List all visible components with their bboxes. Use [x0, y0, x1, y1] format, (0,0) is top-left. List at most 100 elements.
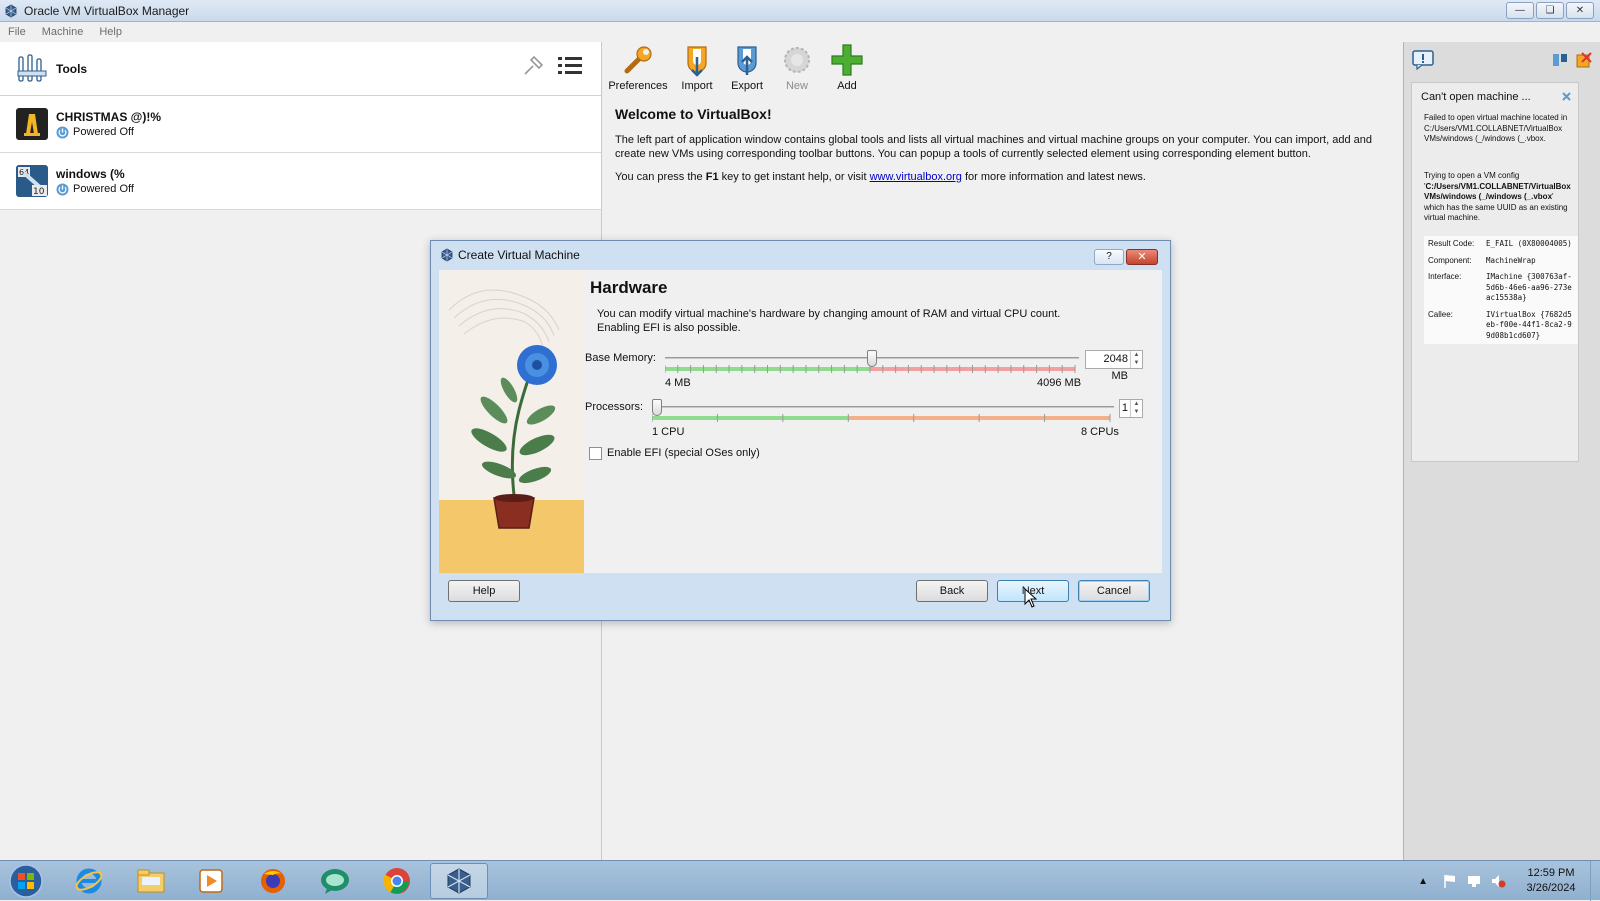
mouse-cursor-icon: [1024, 588, 1038, 608]
processors-label: Processors:: [585, 401, 644, 413]
config-path: C:/Users/VM1.COLLABNET/VirtualBox VMs/wi…: [1424, 181, 1571, 202]
help-button[interactable]: Help: [448, 580, 520, 602]
detail-row: Interface: IMachine {300763af-5d6b-46e6-a…: [1424, 269, 1578, 307]
dialog-content: Hardware You can modify virtual machine'…: [439, 270, 1162, 573]
close-icon[interactable]: [1561, 91, 1572, 102]
vm-item-windows[interactable]: 64 10 windows (% Powered Off: [0, 153, 601, 210]
description-line: Enabling EFI is also possible.: [597, 321, 741, 334]
notification-card: Can't open machine ... Failed to open vi…: [1411, 82, 1579, 462]
base-memory-slider-handle[interactable]: [867, 350, 877, 367]
add-label: Add: [837, 80, 857, 92]
restore-button[interactable]: ❏: [1536, 2, 1564, 19]
new-icon: [784, 47, 810, 73]
action-center-flag-icon[interactable]: [1442, 873, 1458, 889]
chrome-taskbar-icon[interactable]: [368, 863, 426, 899]
firefox-taskbar-icon[interactable]: [244, 863, 302, 899]
add-icon: [831, 44, 863, 76]
vm-name: windows (%: [56, 166, 125, 181]
dialog-footer: Help Back Next Cancel: [439, 574, 1162, 614]
sort-icon[interactable]: [1552, 52, 1568, 68]
help-text: key to get instant help, or visit: [718, 171, 870, 183]
internet-explorer-taskbar-icon[interactable]: [60, 863, 118, 899]
add-button[interactable]: Add: [825, 42, 869, 94]
memory-min-label: 4 MB: [665, 377, 691, 389]
list-menu-icon[interactable]: [557, 54, 583, 78]
detail-value: MachineWrap: [1486, 255, 1536, 265]
show-desktop-button[interactable]: [1590, 861, 1600, 901]
detail-row: Component: MachineWrap: [1424, 253, 1578, 270]
notification-detail: Trying to open a VM config 'C:/Users/VM1…: [1424, 171, 1574, 224]
file-explorer-taskbar-icon[interactable]: [122, 863, 180, 899]
tools-item[interactable]: Tools: [0, 42, 601, 96]
enable-efi-label[interactable]: Enable EFI (special OSes only): [607, 447, 760, 459]
processors-scale: [652, 414, 1111, 422]
detail-key: Component:: [1428, 255, 1472, 265]
preferences-button[interactable]: Preferences: [607, 42, 669, 94]
import-label: Import: [681, 80, 713, 92]
clock[interactable]: 12:59 PM 3/26/2024: [1516, 866, 1586, 896]
close-window-button[interactable]: ✕: [1566, 2, 1594, 19]
clock-date: 3/26/2024: [1526, 882, 1576, 894]
notification-center: Can't open machine ... Failed to open vi…: [1403, 42, 1600, 860]
memory-max-label: 4096 MB: [1037, 377, 1082, 389]
cpu-min-label: 1 CPU: [652, 426, 685, 438]
show-hidden-icons-icon[interactable]: ▲: [1418, 876, 1428, 887]
internet-explorer-icon: [75, 868, 103, 894]
scale-safe-range: [652, 416, 849, 420]
dialog-close-button[interactable]: ✕: [1126, 249, 1158, 265]
notification-icon[interactable]: [1412, 50, 1434, 70]
menu-help[interactable]: Help: [91, 26, 130, 38]
welcome-paragraph: The left part of application window cont…: [615, 134, 1372, 160]
flower-pot-image: [439, 270, 584, 573]
network-icon[interactable]: [1466, 873, 1482, 889]
export-button[interactable]: Export: [725, 42, 769, 94]
wizard-illustration: [439, 270, 584, 573]
dialog-help-button[interactable]: ?: [1094, 249, 1124, 265]
base-memory-value: 2048 MB: [1103, 353, 1128, 382]
welcome-title: Welcome to VirtualBox!: [615, 106, 772, 122]
virtualbox-link[interactable]: www.virtualbox.org: [870, 171, 962, 183]
detail-key: Callee:: [1428, 309, 1453, 319]
import-button[interactable]: Import: [675, 42, 719, 94]
firefox-icon: [261, 869, 285, 893]
new-button[interactable]: New: [775, 42, 819, 94]
new-label: New: [785, 80, 808, 92]
detail-row: Result Code: E_FAIL (0X80004005): [1424, 236, 1578, 253]
virtualbox-logo-icon: [441, 248, 453, 262]
notification-title: Can't open machine ...: [1421, 91, 1531, 103]
powered-off-icon: [56, 183, 69, 195]
error-details-table: Result Code: E_FAIL (0X80004005) Componen…: [1424, 236, 1578, 344]
start-button-icon[interactable]: [6, 863, 46, 899]
pin-tools-icon[interactable]: [521, 54, 545, 78]
media-player-taskbar-icon[interactable]: [182, 863, 240, 899]
processors-spinbox[interactable]: 1 ▲ ▼: [1119, 399, 1143, 418]
minimize-button[interactable]: —: [1506, 2, 1534, 19]
welcome-help-line: You can press the F1 key to get instant …: [615, 171, 1375, 183]
vm-state-label: Powered Off: [73, 126, 134, 138]
vm-item-christmas[interactable]: CHRISTMAS @)!% Powered Off: [0, 96, 601, 153]
spin-arrows-icon[interactable]: ▲ ▼: [1130, 400, 1142, 417]
cancel-button[interactable]: Cancel: [1078, 580, 1150, 602]
menu-file[interactable]: File: [0, 26, 34, 38]
vm-os-icon: [16, 108, 48, 140]
base-memory-spinbox[interactable]: 2048 MB ▲ ▼: [1085, 350, 1143, 382]
clear-all-icon[interactable]: [1576, 52, 1592, 68]
create-vm-dialog: Create Virtual Machine ? ✕ Hardware You …: [430, 240, 1171, 621]
export-icon: [737, 46, 757, 75]
processors-slider-handle[interactable]: [652, 399, 662, 416]
virtualbox-icon: [447, 868, 471, 894]
back-button[interactable]: Back: [916, 580, 988, 602]
volume-muted-icon[interactable]: [1490, 873, 1506, 889]
cpu-max-label: 8 CPUs: [1081, 426, 1119, 438]
spin-arrows-icon[interactable]: ▲ ▼: [1130, 351, 1142, 368]
processors-track[interactable]: [652, 406, 1114, 408]
menu-bar: File Machine Help: [0, 22, 1600, 42]
processors-value: 1: [1121, 402, 1128, 414]
dialog-titlebar: Create Virtual Machine ? ✕: [431, 241, 1170, 269]
menu-machine[interactable]: Machine: [34, 26, 92, 38]
tools-label: Tools: [56, 61, 88, 76]
virtualbox-taskbar-icon[interactable]: [430, 863, 488, 899]
chat-app-taskbar-icon[interactable]: [306, 863, 364, 899]
wizard-heading: Hardware: [590, 278, 668, 297]
enable-efi-checkbox[interactable]: [589, 447, 602, 460]
